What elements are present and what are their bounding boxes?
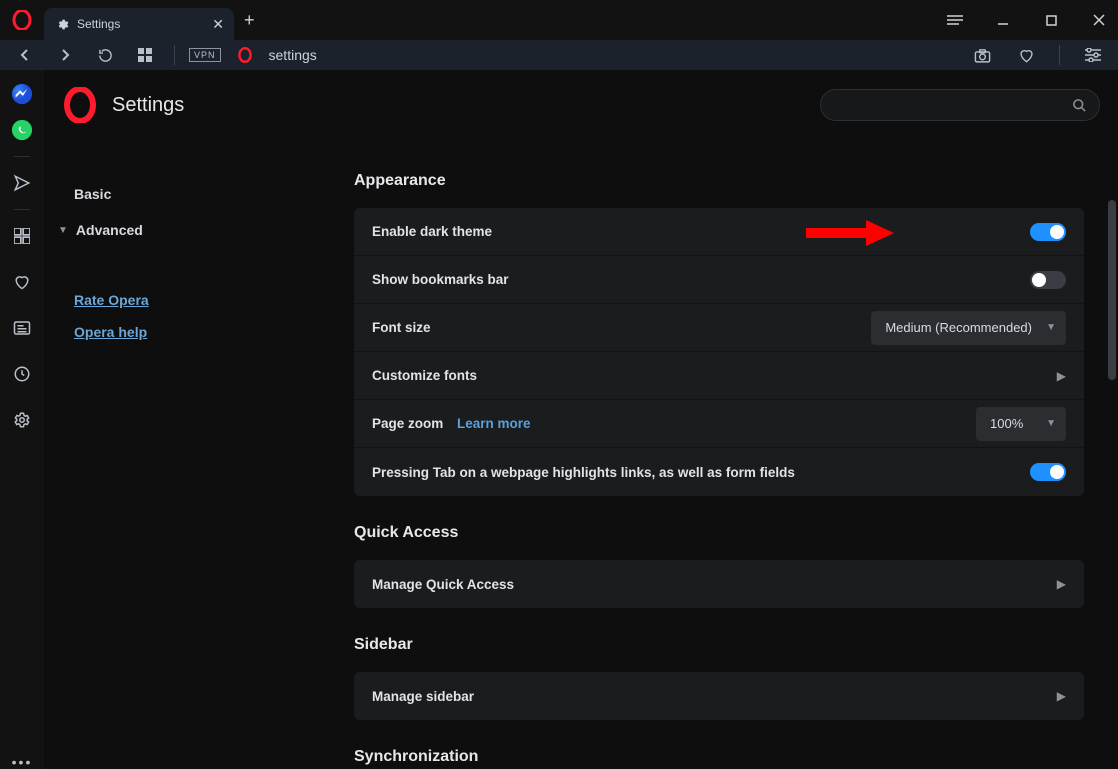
page-title: Settings bbox=[112, 94, 184, 117]
row-font-size: Font size Medium (Recommended) ▼ bbox=[354, 304, 1084, 352]
gear-icon bbox=[56, 18, 69, 31]
window-controls bbox=[942, 0, 1112, 40]
caret-down-icon: ▼ bbox=[1046, 322, 1056, 333]
messenger-icon[interactable] bbox=[8, 80, 36, 108]
separator bbox=[1059, 45, 1060, 65]
scrollbar[interactable] bbox=[1106, 200, 1118, 440]
close-button[interactable] bbox=[1086, 7, 1112, 33]
icon-sidebar: ••• bbox=[0, 70, 44, 769]
nav-basic[interactable]: Basic bbox=[44, 176, 276, 212]
section-sidebar-title: Sidebar bbox=[354, 636, 1084, 654]
more-icon[interactable]: ••• bbox=[12, 754, 33, 769]
nav-advanced-label: Advanced bbox=[76, 222, 143, 238]
chevron-right-icon: ▶ bbox=[1057, 369, 1066, 383]
search-input[interactable] bbox=[820, 89, 1100, 121]
search-icon bbox=[1072, 98, 1087, 113]
news-icon[interactable] bbox=[8, 314, 36, 342]
toggle-bookmarks[interactable] bbox=[1030, 271, 1066, 289]
chevron-right-icon: ▶ bbox=[1057, 577, 1066, 591]
send-icon[interactable] bbox=[8, 169, 36, 197]
opera-url-icon bbox=[237, 47, 253, 63]
settings-main: Appearance Enable dark theme Show bookma… bbox=[276, 140, 1118, 769]
maximize-button[interactable] bbox=[1038, 7, 1064, 33]
opera-logo-icon bbox=[62, 87, 98, 123]
dropdown-font-size-value: Medium (Recommended) bbox=[885, 320, 1032, 335]
bookmarks-heart-icon[interactable] bbox=[8, 268, 36, 296]
history-icon[interactable] bbox=[8, 360, 36, 388]
caret-down-icon: ▼ bbox=[1046, 418, 1056, 429]
opera-logo-icon[interactable] bbox=[0, 0, 44, 40]
row-customize-fonts[interactable]: Customize fonts ▶ bbox=[354, 352, 1084, 400]
address-bar: VPN settings bbox=[0, 40, 1118, 70]
dropdown-zoom-value: 100% bbox=[990, 416, 1023, 431]
toggle-dark-theme[interactable] bbox=[1030, 223, 1066, 241]
settings-gear-icon[interactable] bbox=[8, 406, 36, 434]
whatsapp-icon[interactable] bbox=[8, 116, 36, 144]
section-sync-title: Synchronization bbox=[354, 748, 1084, 766]
quick-access-group: Manage Quick Access ▶ bbox=[354, 560, 1084, 608]
minimize-button[interactable] bbox=[990, 7, 1016, 33]
sidebar-group: Manage sidebar ▶ bbox=[354, 672, 1084, 720]
separator bbox=[174, 45, 175, 65]
label-page-zoom: Page zoom Learn more bbox=[372, 416, 531, 431]
nav-rate-opera[interactable]: Rate Opera bbox=[44, 284, 276, 316]
label-bookmarks: Show bookmarks bar bbox=[372, 272, 509, 287]
vpn-badge[interactable]: VPN bbox=[189, 48, 221, 62]
chevron-right-icon: ▶ bbox=[1057, 689, 1066, 703]
back-button[interactable] bbox=[10, 40, 40, 70]
label-manage-sidebar: Manage sidebar bbox=[372, 689, 474, 704]
new-tab-button[interactable]: + bbox=[244, 10, 255, 31]
reload-button[interactable] bbox=[90, 40, 120, 70]
url-text[interactable]: settings bbox=[269, 47, 317, 63]
divider bbox=[14, 156, 30, 157]
chevron-down-icon: ▼ bbox=[58, 225, 68, 236]
tab-title: Settings bbox=[77, 17, 120, 31]
tab-close-icon[interactable]: ✕ bbox=[212, 16, 224, 33]
appearance-group: Enable dark theme Show bookmarks bar bbox=[354, 208, 1084, 496]
settings-header: Settings bbox=[44, 70, 1118, 140]
row-manage-sidebar[interactable]: Manage sidebar ▶ bbox=[354, 672, 1084, 720]
page-zoom-text: Page zoom bbox=[372, 416, 443, 431]
tab-settings[interactable]: Settings ✕ bbox=[44, 8, 234, 40]
label-font-size: Font size bbox=[372, 320, 431, 335]
speed-dial-icon[interactable] bbox=[130, 40, 160, 70]
row-bookmarks-bar: Show bookmarks bar bbox=[354, 256, 1084, 304]
label-manage-quick-access: Manage Quick Access bbox=[372, 577, 514, 592]
row-manage-quick-access[interactable]: Manage Quick Access ▶ bbox=[354, 560, 1084, 608]
label-customize-fonts: Customize fonts bbox=[372, 368, 477, 383]
divider bbox=[14, 209, 30, 210]
row-dark-theme: Enable dark theme bbox=[354, 208, 1084, 256]
label-tab-highlight: Pressing Tab on a webpage highlights lin… bbox=[372, 465, 795, 480]
content-area: Settings Basic ▼ Advanced Rate bbox=[44, 70, 1118, 769]
row-tab-highlight: Pressing Tab on a webpage highlights lin… bbox=[354, 448, 1084, 496]
scrollbar-thumb[interactable] bbox=[1108, 200, 1116, 380]
nav-advanced[interactable]: ▼ Advanced bbox=[44, 212, 276, 248]
heart-icon[interactable] bbox=[1011, 40, 1041, 70]
nav-opera-help[interactable]: Opera help bbox=[44, 316, 276, 348]
workspaces-icon[interactable] bbox=[942, 7, 968, 33]
toggle-tab-highlight[interactable] bbox=[1030, 463, 1066, 481]
section-quick-access-title: Quick Access bbox=[354, 524, 1084, 542]
section-appearance-title: Appearance bbox=[354, 172, 1084, 190]
snapshot-icon[interactable] bbox=[967, 40, 997, 70]
settings-nav: Basic ▼ Advanced Rate Opera Opera help bbox=[44, 140, 276, 769]
speed-dials-icon[interactable] bbox=[8, 222, 36, 250]
titlebar: Settings ✕ + bbox=[0, 0, 1118, 40]
dropdown-font-size[interactable]: Medium (Recommended) ▼ bbox=[871, 311, 1066, 345]
dropdown-page-zoom[interactable]: 100% ▼ bbox=[976, 407, 1066, 441]
label-dark-theme: Enable dark theme bbox=[372, 224, 492, 239]
easy-setup-icon[interactable] bbox=[1078, 40, 1108, 70]
link-learn-more[interactable]: Learn more bbox=[457, 416, 531, 431]
row-page-zoom: Page zoom Learn more 100% ▼ bbox=[354, 400, 1084, 448]
forward-button[interactable] bbox=[50, 40, 80, 70]
